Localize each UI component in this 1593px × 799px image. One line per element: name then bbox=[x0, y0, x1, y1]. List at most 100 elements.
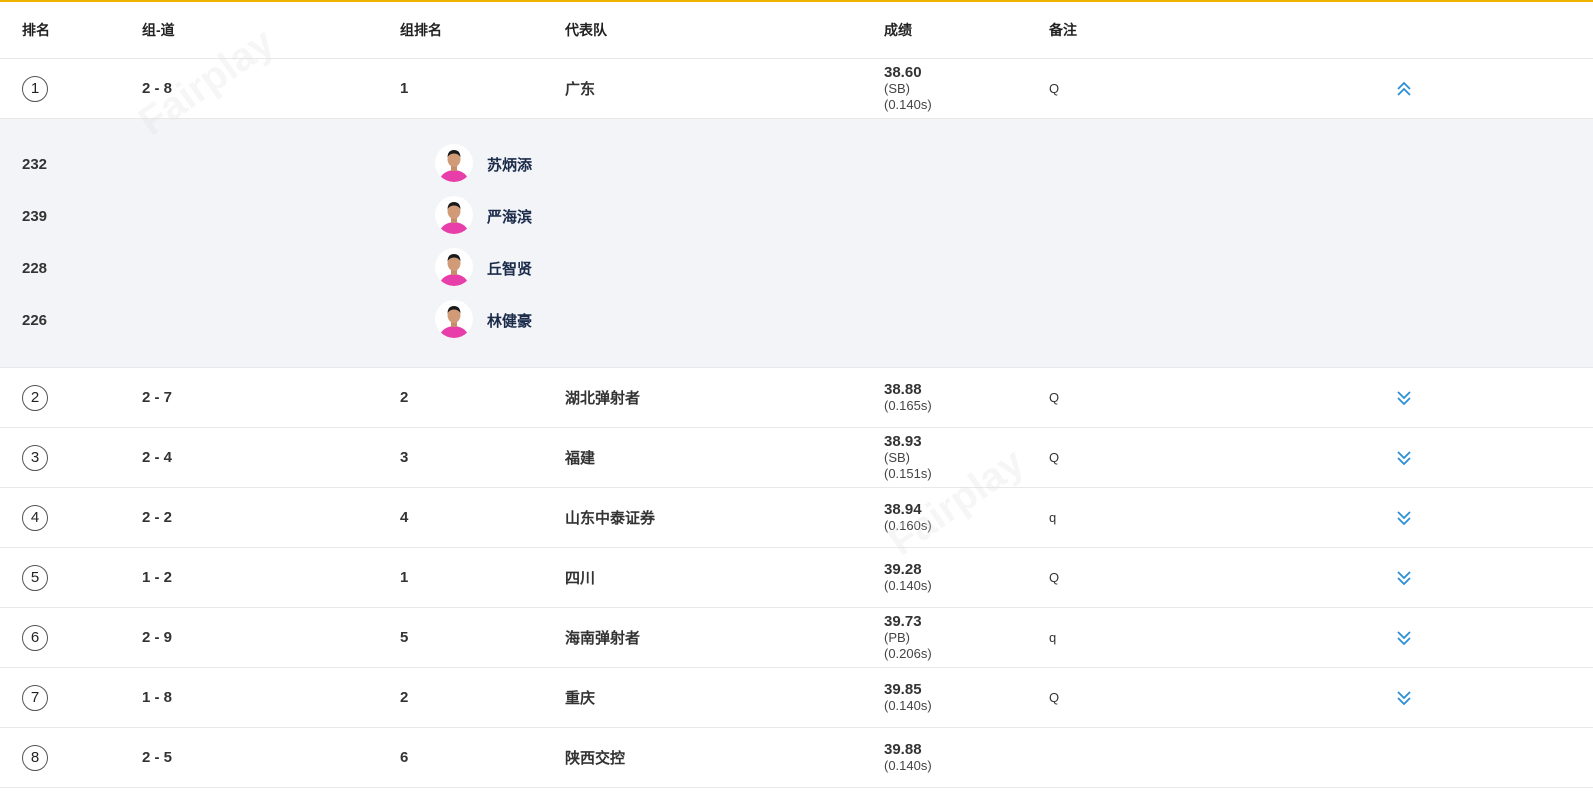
header-group-rank[interactable]: 组排名 bbox=[400, 2, 442, 58]
group-rank-cell: 6 bbox=[400, 749, 409, 766]
expand-toggle[interactable] bbox=[1395, 428, 1413, 487]
result-tag: (0.165s) bbox=[884, 398, 932, 413]
collapse-toggle[interactable] bbox=[1395, 59, 1413, 118]
group-lane-cell: 2 - 2 bbox=[142, 509, 173, 526]
athlete-name[interactable]: 严海滨 bbox=[487, 190, 532, 242]
team-name: 福建 bbox=[565, 450, 596, 467]
rank-badge: 5 bbox=[22, 564, 48, 591]
group-lane-cell: 2 - 8 bbox=[142, 80, 173, 97]
rows-container: 12 - 8 1 广东 38.60 (SB) (0.140s) Q 232 苏炳添 239 严海滨 2… bbox=[0, 59, 1593, 788]
result-mark: 38.94 bbox=[884, 501, 922, 518]
result-mark: 38.93 bbox=[884, 433, 922, 450]
chevron-double-up-icon[interactable] bbox=[1395, 80, 1413, 98]
expand-toggle[interactable] bbox=[1395, 488, 1413, 547]
athlete-avatar[interactable] bbox=[435, 144, 473, 182]
rank-badge: 1 bbox=[22, 75, 48, 102]
chevron-double-down-icon[interactable] bbox=[1395, 569, 1413, 587]
header-note[interactable]: 备注 bbox=[1049, 2, 1077, 58]
note-cell: Q bbox=[1049, 450, 1060, 465]
rank-cell: 3 bbox=[22, 428, 48, 487]
athlete-avatar[interactable] bbox=[435, 300, 473, 338]
result-cell: 39.28 (0.140s) bbox=[884, 548, 932, 607]
result-tag: (0.140s) bbox=[884, 97, 932, 112]
athlete-bib: 226 bbox=[22, 311, 48, 329]
athlete-bib: 232 bbox=[22, 155, 48, 173]
result-mark: 39.28 bbox=[884, 561, 922, 578]
table-header: 排名 组-道 组排名 代表队 成绩 备注 bbox=[0, 2, 1593, 59]
rank-cell: 6 bbox=[22, 608, 48, 667]
team-name: 湖北弹射者 bbox=[565, 390, 641, 407]
table-row[interactable]: 3 2 - 4 3 福建 38.93 (SB) (0.151s) Q bbox=[0, 428, 1593, 488]
result-cell: 39.85 (0.140s) bbox=[884, 668, 932, 727]
result-cell: 38.93 (SB) (0.151s) bbox=[884, 428, 932, 487]
chevron-double-down-icon[interactable] bbox=[1395, 629, 1413, 647]
group-lane-cell: 2 - 9 bbox=[142, 629, 173, 646]
athlete-bib: 228 bbox=[22, 259, 48, 277]
note-cell: Q bbox=[1049, 690, 1060, 705]
group-lane-cell: 1 - 8 bbox=[142, 689, 173, 706]
athlete-row: 228 丘智贤 bbox=[0, 242, 700, 294]
athlete-avatar[interactable] bbox=[435, 248, 473, 286]
result-cell: 39.73 (PB) (0.206s) bbox=[884, 608, 932, 667]
result-cell: 38.94 (0.160s) bbox=[884, 488, 932, 547]
rank-badge: 8 bbox=[22, 744, 48, 771]
group-rank-cell: 2 bbox=[400, 689, 409, 706]
athlete-row: 239 严海滨 bbox=[0, 190, 700, 242]
chevron-double-down-icon[interactable] bbox=[1395, 689, 1413, 707]
team-name: 海南弹射者 bbox=[565, 630, 641, 647]
athlete-name[interactable]: 苏炳添 bbox=[487, 138, 532, 190]
table-row[interactable]: 4 2 - 2 4 山东中泰证券 38.94 (0.160s) q bbox=[0, 488, 1593, 548]
group-rank-cell: 4 bbox=[400, 509, 409, 526]
expand-toggle[interactable] bbox=[1395, 668, 1413, 727]
result-cell: 38.60 (SB) (0.140s) bbox=[884, 59, 932, 118]
note-cell: q bbox=[1049, 510, 1057, 525]
expand-toggle[interactable] bbox=[1395, 608, 1413, 667]
athlete-row: 226 林健豪 bbox=[0, 294, 700, 346]
chevron-double-down-icon[interactable] bbox=[1395, 509, 1413, 527]
athlete-row: 232 苏炳添 bbox=[0, 138, 700, 190]
rank-cell: 8 bbox=[22, 728, 48, 787]
table-row[interactable]: 6 2 - 9 5 海南弹射者 39.73 (PB) (0.206s) q bbox=[0, 608, 1593, 668]
table-row[interactable]: 8 2 - 5 6 陕西交控 39.88 (0.140s) bbox=[0, 728, 1593, 788]
table-row[interactable]: 7 1 - 8 2 重庆 39.85 (0.140s) Q bbox=[0, 668, 1593, 728]
expand-toggle[interactable] bbox=[1395, 548, 1413, 607]
result-tag: (0.140s) bbox=[884, 578, 932, 593]
athlete-bib: 239 bbox=[22, 207, 48, 225]
group-lane-cell: 2 - 4 bbox=[142, 449, 173, 466]
rank-badge: 6 bbox=[22, 624, 48, 651]
group-lane-cell: 2 - 7 bbox=[142, 389, 173, 406]
team-name: 山东中泰证券 bbox=[565, 510, 656, 527]
rank-cell: 1 bbox=[22, 59, 48, 118]
chevron-double-down-icon[interactable] bbox=[1395, 389, 1413, 407]
expand-toggle[interactable] bbox=[1395, 368, 1413, 427]
group-rank-cell: 1 bbox=[400, 80, 409, 97]
athlete-name[interactable]: 丘智贤 bbox=[487, 242, 532, 294]
rank-badge: 4 bbox=[22, 504, 48, 531]
table-row[interactable]: 5 1 - 2 1 四川 39.28 (0.140s) Q bbox=[0, 548, 1593, 608]
results-table: 排名 组-道 组排名 代表队 成绩 备注 12 - 8 1 广东 38.60 (SB)(… bbox=[0, 2, 1593, 788]
header-result-label: 成绩 bbox=[884, 22, 912, 38]
chevron-double-down-icon[interactable] bbox=[1395, 449, 1413, 467]
header-group-lane[interactable]: 组-道 bbox=[142, 2, 175, 58]
rank-cell: 7 bbox=[22, 668, 48, 727]
athlete-avatar[interactable] bbox=[435, 196, 473, 234]
header-team[interactable]: 代表队 bbox=[565, 2, 607, 58]
note-cell: Q bbox=[1049, 390, 1060, 405]
group-lane-cell: 2 - 5 bbox=[142, 749, 173, 766]
result-cell: 38.88 (0.165s) bbox=[884, 368, 932, 427]
team-name: 重庆 bbox=[565, 690, 596, 707]
athlete-name[interactable]: 林健豪 bbox=[487, 294, 532, 346]
group-rank-cell: 5 bbox=[400, 629, 409, 646]
result-mark: 39.85 bbox=[884, 681, 922, 698]
header-rank[interactable]: 排名 bbox=[22, 2, 50, 58]
result-tag: (PB) bbox=[884, 630, 910, 645]
result-mark: 38.60 bbox=[884, 64, 922, 81]
result-mark: 39.73 bbox=[884, 613, 922, 630]
rank-cell: 2 bbox=[22, 368, 48, 427]
header-result[interactable]: 成绩 bbox=[884, 2, 912, 58]
table-row[interactable]: 2 2 - 7 2 湖北弹射者 38.88 (0.165s) Q bbox=[0, 368, 1593, 428]
rank-badge: 2 bbox=[22, 384, 48, 411]
group-lane-cell: 1 - 2 bbox=[142, 569, 173, 586]
table-row[interactable]: 1 2 - 8 1 广东 38.60 (SB) (0.140s) Q bbox=[0, 59, 1593, 119]
result-tag: (0.140s) bbox=[884, 758, 932, 773]
